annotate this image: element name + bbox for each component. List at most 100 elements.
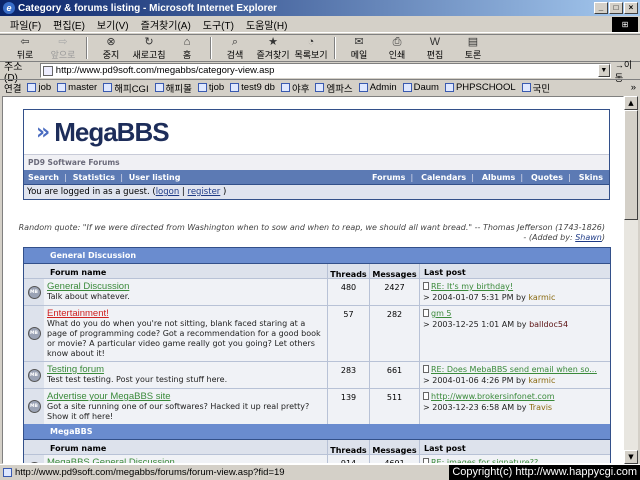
link-item[interactable]: master bbox=[57, 82, 97, 93]
link-item[interactable]: Daum bbox=[402, 82, 439, 93]
link-page-icon bbox=[103, 83, 113, 92]
last-post-author[interactable]: balldoc54 bbox=[529, 320, 568, 329]
search-icon: ⌕ bbox=[231, 35, 239, 48]
scroll-thumb[interactable] bbox=[624, 110, 638, 220]
message-count-cell: 511 bbox=[369, 389, 419, 424]
last-post-author[interactable]: karmic bbox=[528, 376, 555, 385]
link-item[interactable]: Admin bbox=[358, 82, 397, 93]
last-post-link[interactable]: RE: images for signature?? bbox=[423, 457, 607, 463]
forum-name-link[interactable]: Advertise your MegaBBS site bbox=[47, 391, 324, 402]
nav-quotes[interactable]: Quotes bbox=[531, 173, 563, 182]
login-status: You are logged in as a guest. (logon | r… bbox=[24, 184, 609, 199]
link-item[interactable]: tjob bbox=[197, 82, 224, 93]
last-post-date: > 2003-12-25 1:01 AM by bbox=[423, 320, 530, 329]
links-more-icon[interactable]: » bbox=[631, 82, 636, 93]
vertical-scrollbar[interactable]: ▲ ▼ bbox=[624, 96, 638, 464]
link-label: master bbox=[68, 82, 98, 93]
added-by-link[interactable]: Shawn bbox=[575, 233, 602, 242]
last-post-link[interactable]: gm 5 bbox=[423, 308, 607, 319]
links-bar: 연결 job master 해피CGI 해피몰 tjob test9 db 야후 엠파스 Adm… bbox=[0, 79, 640, 95]
message-count: 2427 bbox=[384, 283, 405, 292]
last-post-author[interactable]: karmic bbox=[528, 293, 555, 302]
last-post-link[interactable]: http://www.brokersinfonet.com bbox=[423, 391, 607, 402]
link-item[interactable]: test9 db bbox=[230, 82, 275, 93]
forum-table: General Discussion Forum name Threads Messa… bbox=[23, 247, 611, 463]
forum-row: MBMegaBBS General DiscussionGeneral talk… bbox=[24, 454, 610, 463]
menu-file[interactable]: 파일(F) bbox=[4, 17, 47, 32]
nav-search[interactable]: Search bbox=[28, 173, 59, 182]
message-count-cell: 661 bbox=[369, 362, 419, 388]
last-post-title: RE: It's my birthday! bbox=[431, 282, 514, 291]
page-content: » MegaBBS PD9 Software Forums Search | St… bbox=[2, 96, 624, 464]
nav-user-listing[interactable]: User listing bbox=[129, 173, 181, 182]
forum-row: MB Entertainment! What do you do when you'… bbox=[24, 305, 610, 361]
forum-status-icon: MB bbox=[27, 368, 41, 382]
refresh-icon: ↻ bbox=[144, 35, 154, 48]
forum-name-link[interactable]: Entertainment! bbox=[47, 308, 324, 319]
menu-view[interactable]: 보기(V) bbox=[91, 17, 135, 32]
link-item[interactable]: 야후 bbox=[280, 81, 310, 95]
address-input[interactable]: http://www.pd9soft.com/megabbs/category-… bbox=[39, 63, 611, 78]
toolbar-button-7[interactable]: ◔ 목록보기 bbox=[292, 36, 330, 61]
menu-bar: 파일(F) 편집(E) 보기(V) 즐겨찾기(A) 도구(T) 도움말(H) bbox=[0, 16, 640, 33]
toolbar-separator bbox=[210, 37, 212, 59]
link-item[interactable]: job bbox=[27, 82, 51, 93]
last-post-link[interactable]: RE: Does MebaBBS send email when so... bbox=[423, 364, 607, 375]
menu-help[interactable]: 도움말(H) bbox=[240, 17, 293, 32]
toolbar-button-8[interactable]: ✉ 메일 bbox=[340, 36, 378, 61]
logon-link[interactable]: logon bbox=[156, 187, 180, 197]
stop-icon: ⊗ bbox=[106, 35, 116, 48]
forum-name-link[interactable]: Testing forum bbox=[47, 364, 324, 375]
col-forum-name: Forum name bbox=[50, 268, 107, 277]
nav-albums[interactable]: Albums bbox=[482, 173, 515, 182]
menu-favorites[interactable]: 즐겨찾기(A) bbox=[135, 17, 197, 32]
toolbar-button-1[interactable]: ⇨ 앞으로 bbox=[44, 36, 82, 61]
category-header[interactable]: General Discussion bbox=[24, 248, 610, 264]
link-item[interactable]: 해피몰 bbox=[154, 81, 192, 95]
toolbar-button-6[interactable]: ★ 즐겨찾기 bbox=[254, 36, 292, 61]
toolbar-separator bbox=[334, 37, 336, 59]
toolbar-button-3[interactable]: ↻ 새로고침 bbox=[130, 36, 168, 61]
register-link[interactable]: register bbox=[188, 187, 221, 197]
last-post-author[interactable]: Travis bbox=[529, 403, 552, 412]
logo[interactable]: MegaBBS bbox=[54, 117, 169, 148]
minimize-button[interactable]: _ bbox=[594, 2, 608, 14]
col-last-post: Last post bbox=[419, 264, 610, 278]
nav-forums[interactable]: Forums bbox=[372, 173, 405, 182]
link-item[interactable]: 국민 bbox=[521, 81, 550, 95]
address-dropdown-icon[interactable]: ▼ bbox=[597, 64, 610, 77]
last-post-link[interactable]: RE: It's my birthday! bbox=[423, 281, 607, 292]
toolbar-button-11[interactable]: ▤ 토론 bbox=[454, 36, 492, 61]
link-item[interactable]: PHPSCHOOL bbox=[444, 82, 516, 93]
close-button[interactable]: × bbox=[624, 2, 638, 14]
toolbar-button-5[interactable]: ⌕ 검색 bbox=[216, 36, 254, 61]
scroll-up-icon[interactable]: ▲ bbox=[624, 96, 638, 110]
link-label: 야후 bbox=[291, 83, 310, 95]
toolbar-button-4[interactable]: ⌂ 홈 bbox=[168, 36, 206, 61]
maximize-button[interactable]: □ bbox=[609, 2, 623, 14]
menu-tools[interactable]: 도구(T) bbox=[197, 17, 240, 32]
link-page-icon bbox=[230, 83, 240, 92]
link-item[interactable]: 해피CGI bbox=[103, 81, 149, 95]
link-page-icon bbox=[57, 83, 67, 92]
menu-edit[interactable]: 편집(E) bbox=[47, 17, 91, 32]
toolbar-label: 검색 bbox=[226, 49, 244, 60]
column-header-row: Forum name Threads Messages Last post bbox=[24, 264, 610, 279]
message-count: 511 bbox=[386, 393, 403, 402]
last-post-title: RE: Does MebaBBS send email when so... bbox=[431, 365, 597, 374]
col-messages: Messages bbox=[369, 440, 419, 455]
category-header[interactable]: MegaBBS bbox=[24, 424, 610, 440]
forum-name-link[interactable]: General Discussion bbox=[47, 281, 324, 292]
toolbar-button-10[interactable]: W 편집 bbox=[416, 36, 454, 61]
watermark: Copyright(c) http://www.happycgi.com bbox=[449, 465, 640, 480]
nav-statistics[interactable]: Statistics bbox=[73, 173, 115, 182]
toolbar-button-9[interactable]: ⎙ 인쇄 bbox=[378, 36, 416, 61]
column-spacer bbox=[24, 264, 44, 278]
forum-name-link[interactable]: MegaBBS General Discussion bbox=[47, 457, 324, 463]
toolbar-button-2[interactable]: ⊗ 중지 bbox=[92, 36, 130, 61]
link-item[interactable]: 엠파스 bbox=[315, 81, 353, 95]
scroll-down-icon[interactable]: ▼ bbox=[624, 450, 638, 464]
nav-calendars[interactable]: Calendars bbox=[421, 173, 466, 182]
nav-skins[interactable]: Skins bbox=[579, 173, 603, 182]
forum-icon-cell: MB bbox=[24, 389, 44, 424]
